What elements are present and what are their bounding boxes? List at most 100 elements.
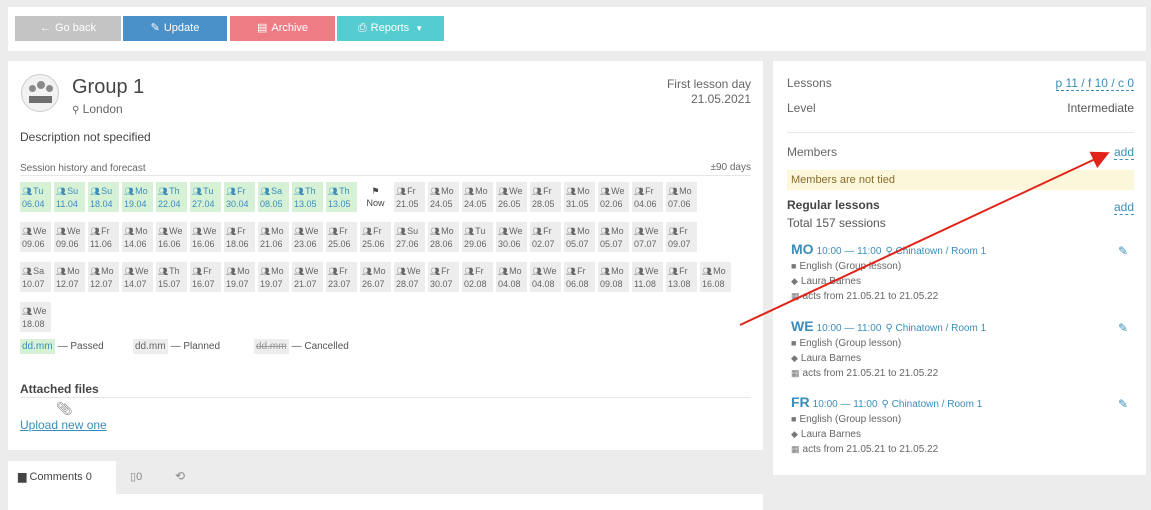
session-date: 07.07 (634, 239, 657, 249)
go-back-button[interactable]: ← Go back (15, 16, 121, 41)
session-cell[interactable]: 👥︎Th 22.04 (156, 182, 187, 212)
session-date: 15.07 (158, 279, 181, 289)
calendar-icon: ▦ (791, 291, 800, 301)
session-date: 28.05 (532, 199, 555, 209)
tab-comments[interactable]: ▆ Comments 0 (8, 461, 116, 495)
tab-history[interactable]: ⟲ (175, 469, 185, 483)
session-cell[interactable]: 👥︎Fr 30.04 (224, 182, 255, 212)
session-cell[interactable]: 👥︎Su 27.06 (394, 222, 425, 252)
session-day: We (135, 266, 149, 276)
session-cell[interactable]: 👥︎Su 11.04 (54, 182, 85, 212)
tab-files[interactable]: ▯0 (130, 470, 142, 483)
session-day: Tu (475, 226, 486, 236)
session-cell[interactable]: 👥︎Mo 24.05 (462, 182, 493, 212)
session-cell[interactable]: 👥︎Fr 25.06 (326, 222, 357, 252)
session-cell[interactable]: 👥︎We 16.06 (156, 222, 187, 252)
session-cell[interactable]: 👥︎We 26.05 (496, 182, 527, 212)
session-cell[interactable]: 👥︎Mo 07.06 (666, 182, 697, 212)
session-cell[interactable]: 👥︎Tu 29.06 (462, 222, 493, 252)
update-button[interactable]: ✎ Update (123, 16, 227, 41)
session-cell[interactable]: 👥︎Fr 25.06 (360, 222, 391, 252)
session-cell[interactable]: 👥︎Su 18.04 (88, 182, 119, 212)
session-cell[interactable]: 👥︎Tu 06.04 (20, 182, 51, 212)
session-cell[interactable]: 👥︎Fr 11.06 (88, 222, 119, 252)
sessions-title: Session history and forecast (20, 163, 146, 174)
session-date: 26.07 (362, 279, 385, 289)
session-cell[interactable]: 👥︎Mo 31.05 (564, 182, 595, 212)
session-cell[interactable]: 👥︎Mo 12.07 (88, 262, 119, 292)
archive-button[interactable]: ▤ Archive (230, 16, 335, 41)
lesson-room-link[interactable]: ⚲ Chinatown / Room 1 (885, 246, 986, 257)
session-cell[interactable]: 👥︎We 11.08 (632, 262, 663, 292)
session-cell[interactable]: 👥︎Mo 19.04 (122, 182, 153, 212)
session-cell[interactable]: 👥︎Mo 16.08 (700, 262, 731, 292)
session-cell[interactable]: 👥︎We 09.06 (20, 222, 51, 252)
lessons-count-link[interactable]: p 11 / f 10 / c 0 (1055, 76, 1134, 91)
session-cell[interactable]: 👥︎Mo 19.07 (224, 262, 255, 292)
session-cell[interactable]: 👥︎We 23.06 (292, 222, 323, 252)
session-cell[interactable]: 👥︎Fr 23.07 (326, 262, 357, 292)
history-icon: ⟲ (175, 469, 186, 483)
session-cell[interactable]: 👥︎Fr 13.08 (666, 262, 697, 292)
comments-icon: ▆ (18, 471, 27, 483)
session-day: Fr (339, 226, 348, 236)
session-day: Mo (271, 226, 284, 236)
session-cell[interactable]: 👥︎We 28.07 (394, 262, 425, 292)
members-label: Members (787, 145, 838, 159)
session-cell[interactable]: 👥︎Fr 28.05 (530, 182, 561, 212)
reports-dropdown-button[interactable]: ⎙ Reports ▼ (337, 16, 444, 41)
lesson-period: acts from 21.05.21 to 21.05.22 (802, 444, 939, 455)
session-day: Sa (33, 266, 45, 276)
edit-lesson-pencil-icon[interactable]: ✎ (1118, 321, 1128, 335)
caret-down-icon: ▼ (415, 24, 424, 33)
session-cell[interactable]: 👥︎We 07.07 (632, 222, 663, 252)
session-cell[interactable]: 👥︎We 18.08 (20, 302, 51, 332)
session-cell[interactable]: 👥︎We 09.06 (54, 222, 85, 252)
lesson-room-link[interactable]: ⚲ Chinatown / Room 1 (885, 323, 986, 334)
session-cell[interactable]: 👥︎Mo 28.06 (428, 222, 459, 252)
edit-lesson-pencil-icon[interactable]: ✎ (1118, 244, 1128, 258)
group-icon: 👥︎ (328, 227, 339, 236)
session-cell[interactable]: 👥︎We 04.08 (530, 262, 561, 292)
session-cell[interactable]: 👥︎Fr 18.06 (224, 222, 255, 252)
session-cell[interactable]: 👥︎Mo 12.07 (54, 262, 85, 292)
add-regular-lesson-link[interactable]: add (1113, 200, 1134, 215)
session-cell[interactable]: 👥︎Mo 14.06 (122, 222, 153, 252)
session-cell[interactable]: 👥︎We 14.07 (122, 262, 153, 292)
session-cell[interactable]: 👥︎Fr 02.08 (462, 262, 493, 292)
session-cell[interactable]: 👥︎Tu 27.04 (190, 182, 221, 212)
session-cell[interactable]: 👥︎We 02.06 (598, 182, 629, 212)
upload-link[interactable]: Upload new one (20, 418, 107, 432)
session-date: 21.05 (396, 199, 419, 209)
session-cell[interactable]: 👥︎Fr 04.06 (632, 182, 663, 212)
session-cell[interactable]: 👥︎Mo 05.07 (564, 222, 595, 252)
session-cell[interactable]: 👥︎Mo 19.07 (258, 262, 289, 292)
lessons-label: Lessons (787, 76, 832, 90)
session-cell[interactable]: 👥︎Mo 26.07 (360, 262, 391, 292)
session-cell[interactable]: 👥︎Mo 05.07 (598, 222, 629, 252)
session-cell[interactable]: 👥︎We 30.06 (496, 222, 527, 252)
session-cell[interactable]: 👥︎Th 13.05 (326, 182, 357, 212)
session-cell[interactable]: 👥︎We 16.06 (190, 222, 221, 252)
members-notice: Members are not tied (787, 170, 1134, 190)
lesson-room-link[interactable]: ⚲ Chinatown / Room 1 (882, 399, 983, 410)
session-cell[interactable]: 👥︎Fr 06.08 (564, 262, 595, 292)
session-cell[interactable]: 👥︎Fr 16.07 (190, 262, 221, 292)
graduation-cap-icon: ◆ (791, 353, 798, 363)
session-cell[interactable]: 👥︎Fr 09.07 (666, 222, 697, 252)
session-cell[interactable]: 👥︎Mo 21.06 (258, 222, 289, 252)
session-cell[interactable]: 👥︎Th 15.07 (156, 262, 187, 292)
session-date: 16.07 (192, 279, 215, 289)
session-cell[interactable]: 👥︎Fr 30.07 (428, 262, 459, 292)
session-cell[interactable]: 👥︎Sa 08.05 (258, 182, 289, 212)
session-cell[interactable]: 👥︎Sa 10.07 (20, 262, 51, 292)
session-cell[interactable]: 👥︎Mo 24.05 (428, 182, 459, 212)
session-cell[interactable]: 👥︎Mo 09.08 (598, 262, 629, 292)
session-cell[interactable]: 👥︎Mo 04.08 (496, 262, 527, 292)
session-cell[interactable]: 👥︎Fr 02.07 (530, 222, 561, 252)
edit-lesson-pencil-icon[interactable]: ✎ (1118, 397, 1128, 411)
session-cell[interactable]: 👥︎We 21.07 (292, 262, 323, 292)
session-cell[interactable]: 👥︎Fr 21.05 (394, 182, 425, 212)
session-cell[interactable]: 👥︎Th 13.05 (292, 182, 323, 212)
add-member-link[interactable]: add (1113, 145, 1134, 160)
